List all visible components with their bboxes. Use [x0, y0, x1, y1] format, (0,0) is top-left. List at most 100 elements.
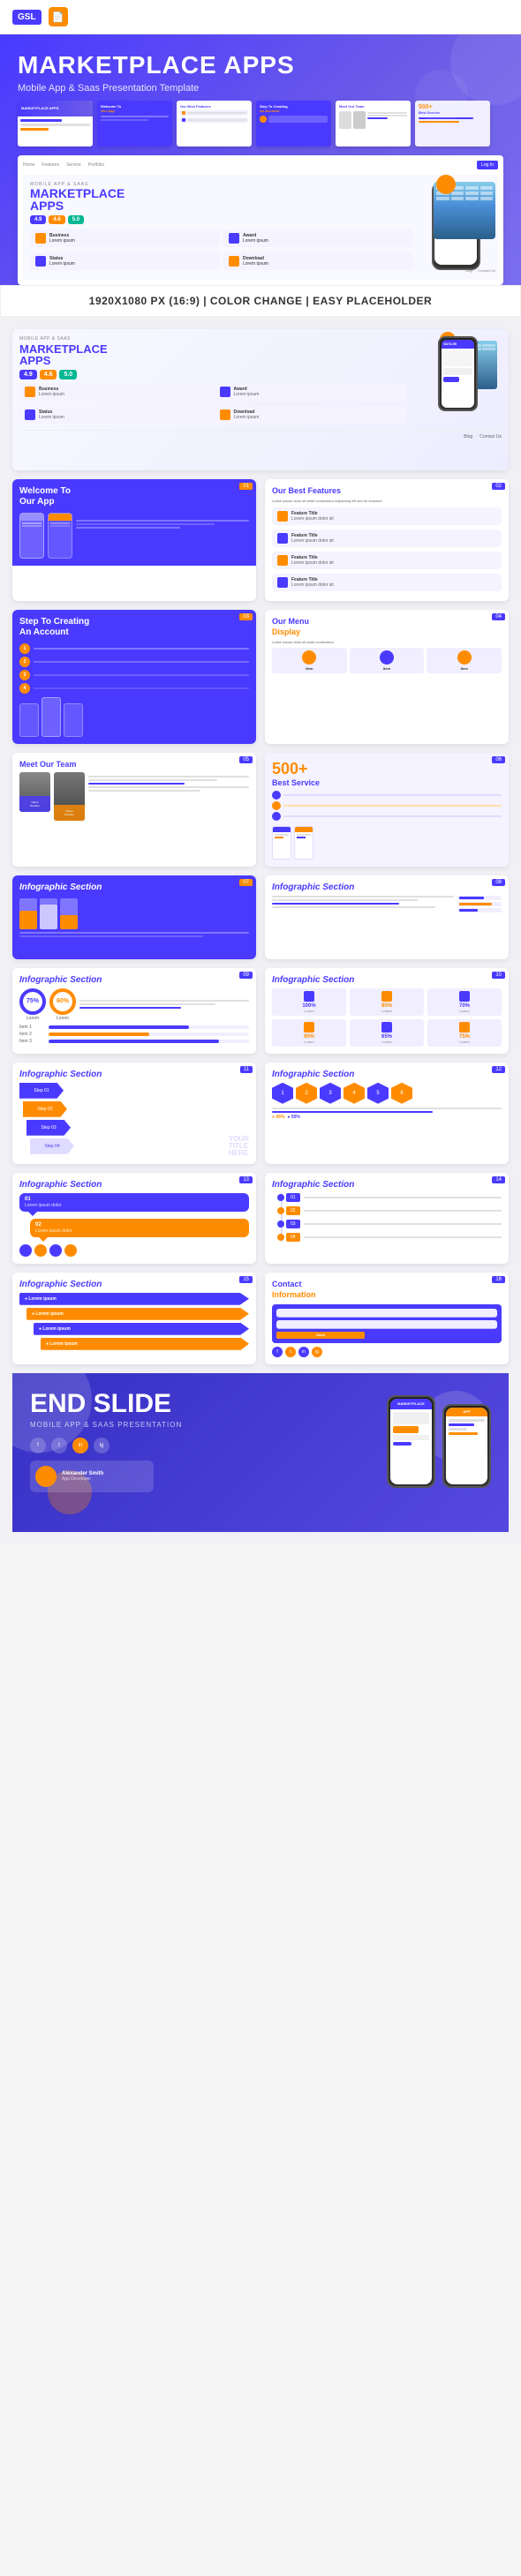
app-header: GSL 📄	[0, 0, 521, 34]
chevron-1: ● Lorem ipsum	[19, 1293, 249, 1305]
service-icon-2	[272, 801, 281, 810]
tree-item-3: 03	[286, 1220, 502, 1228]
phone-mockups	[19, 697, 249, 737]
hero-slide: MOBILE APP & SAAS MARKETPLACE APPS 4.9 4…	[12, 329, 509, 470]
preview-slide-4[interactable]: Step To Creating An Account	[256, 101, 331, 146]
info-content-purple	[19, 898, 249, 937]
slides-row-1: MOBILE APP & SAAS MARKETPLACE APPS 4.9 4…	[12, 329, 509, 470]
social-icon-2[interactable]: t	[285, 1347, 296, 1357]
tree-item-2: 02	[286, 1206, 502, 1215]
grid-sub-1: Lorem	[275, 1009, 344, 1013]
end-subtitle: MOBILE APP & SAAS PRESENTATION	[30, 1421, 373, 1429]
nav-home[interactable]: Home	[23, 162, 34, 168]
social-icon-3[interactable]: in	[298, 1347, 309, 1357]
info-bars-purple	[19, 898, 249, 929]
tree-dot-2	[277, 1207, 284, 1214]
hero-large-preview: Home Features Service Portfolio Log In M…	[18, 155, 503, 285]
slides-row-7: 11 Infographic Section Step 01 Step 02 S…	[12, 1063, 509, 1164]
menu-icon-3	[457, 650, 472, 665]
preview-slide-2[interactable]: Welcome To Our App	[97, 101, 172, 146]
slide-num-6: 06	[492, 756, 505, 763]
step-circle-2: 2	[19, 657, 30, 667]
contact-link[interactable]: Contact Us	[479, 434, 502, 439]
welcome-inner: 01 Welcome ToOur App	[12, 479, 256, 566]
features-inner: 02 Our Best Features Lorem ipsum dolor s…	[265, 479, 509, 601]
badge-50: 5.0	[59, 370, 77, 379]
chevron-4: ● Lorem ipsum	[41, 1338, 249, 1350]
info-left-8	[272, 896, 454, 912]
bubble-2: 02 Lorem ipsum dolor	[30, 1219, 249, 1237]
team-title: Meet Our Team	[19, 760, 249, 769]
feature-status: StatusLorem ipsum	[19, 406, 212, 424]
contact-field-name[interactable]	[276, 1309, 497, 1318]
circle-label-1: Lorem	[19, 1016, 46, 1021]
nav-portfolio[interactable]: Portfolio	[88, 162, 104, 168]
feature-2: Feature TitleLorem ipsum dolor sit	[272, 529, 502, 547]
file-icon: 📄	[49, 7, 68, 26]
login-button[interactable]: Log In	[477, 161, 498, 169]
nav-features[interactable]: Features	[42, 162, 59, 168]
slide-num-2: 02	[492, 483, 505, 490]
contact-title: Contact	[272, 1280, 502, 1288]
grid-icon-4	[304, 1022, 314, 1033]
end-social-2[interactable]: t	[51, 1438, 67, 1453]
feature-icon-3	[25, 409, 35, 420]
tree-item-4: 04	[286, 1233, 502, 1242]
preview-slide-1[interactable]: MARKETPLACE APPS	[18, 101, 93, 146]
step-1: 1	[19, 643, 249, 654]
step-circle-3: 3	[19, 670, 30, 680]
slide-num-5: 05	[239, 756, 253, 763]
slide-left-content: MOBILE APP & SAAS MARKETPLACE APPS 4.9 4…	[30, 182, 413, 273]
end-social-3[interactable]: in	[72, 1438, 88, 1453]
end-social-4[interactable]: ig	[94, 1438, 109, 1453]
tree-tag-4: 04	[286, 1233, 300, 1242]
nav-service[interactable]: Service	[66, 162, 81, 168]
slide-right-content: $374.95	[420, 182, 491, 273]
grid-item-5: 65% Lorem	[350, 1019, 424, 1047]
info-title-purple: Infographic Section	[19, 882, 249, 893]
slides-row-4: 05 Meet Our Team NamePosition Name	[12, 753, 509, 867]
social-icon-1[interactable]: f	[272, 1347, 283, 1357]
h-bar-2: Item 2	[19, 1032, 249, 1037]
send-button[interactable]: Send	[276, 1332, 365, 1339]
slide-num-9: 09	[239, 972, 253, 979]
preview-slide-5[interactable]: Meet Our Team	[336, 101, 411, 146]
end-text: END SLIDE MOBILE APP & SAAS PRESENTATION…	[30, 1391, 373, 1492]
fi-purple-2	[277, 577, 288, 588]
hex-3: 3	[320, 1083, 341, 1104]
tree-item-1: 01	[286, 1193, 502, 1202]
welcome-title: Welcome ToOur App	[19, 486, 249, 507]
deco-circle-2	[415, 70, 468, 123]
nav-bar: Home Features Service Portfolio Log In	[23, 161, 498, 169]
feature-3: Feature TitleLorem ipsum dolor sit	[272, 552, 502, 569]
hero-banner: MARKETPLACE APPS Mobile App & Saas Prese…	[0, 34, 521, 285]
end-social-1[interactable]: f	[30, 1438, 46, 1453]
social-icon-4[interactable]: ig	[312, 1347, 322, 1357]
contact-slide: 16 Contact Information Send f t in ig	[265, 1273, 509, 1364]
footer-nav: Blog Contact Us	[19, 430, 502, 439]
slide-num-13: 13	[239, 1176, 253, 1183]
grid-icon-3	[459, 991, 470, 1002]
service-item-1	[272, 791, 502, 800]
step-2: 2	[19, 657, 249, 667]
preview-slide-3[interactable]: Our Best Features	[177, 101, 252, 146]
contact-field-email[interactable]	[276, 1320, 497, 1329]
badge-46: 4.6	[40, 370, 57, 379]
slides-row-2: 01 Welcome ToOur App	[12, 479, 509, 601]
steps-inner: 03 Step To CreatingAn Account 1 2 3	[12, 610, 256, 744]
menu-inner: 04 Our Menu Display Lorem ipsum dolor si…	[265, 610, 509, 694]
step-3: 3	[19, 670, 249, 680]
hex-2: 2	[296, 1083, 317, 1104]
tree-bar-4	[304, 1236, 502, 1238]
circles-row: 75% Lorem 60% Lorem	[19, 988, 249, 1021]
menu-card-2: Item	[350, 648, 425, 673]
hexagons-container: 1 2 3 4 5 6	[272, 1083, 502, 1104]
member-1: NamePosition	[19, 772, 50, 821]
blog-link[interactable]: Blog	[464, 434, 472, 439]
contact-form: Send	[272, 1304, 502, 1343]
fi-purple-1	[277, 533, 288, 544]
welcome-phones	[19, 513, 249, 559]
infographic-circles-inner: 09 Infographic Section 75% Lorem 60% Lor…	[12, 968, 256, 1053]
service-phone-2	[294, 826, 313, 860]
hex-5: 5	[367, 1083, 389, 1104]
